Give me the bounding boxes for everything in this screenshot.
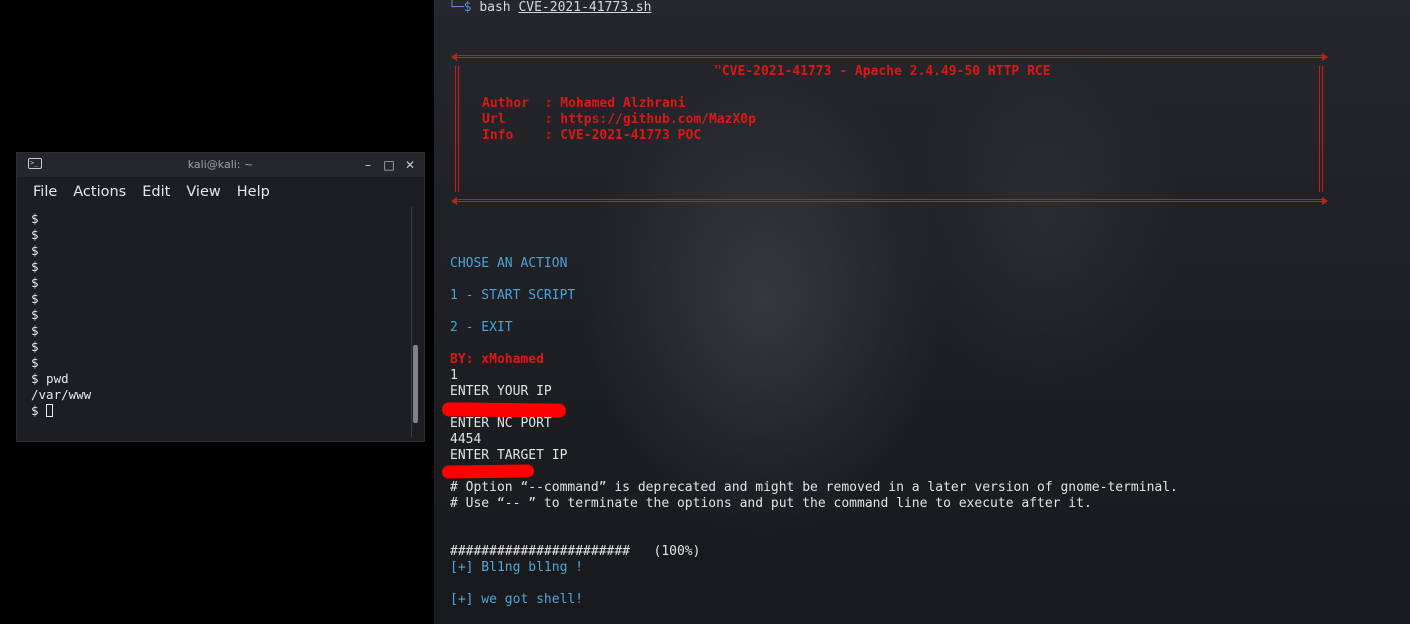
banner-top-border: [456, 55, 1322, 58]
text-cursor: [46, 404, 54, 417]
redaction-mark: [441, 464, 535, 479]
scrollbar-track[interactable]: [411, 207, 412, 437]
menu-edit[interactable]: Edit: [142, 184, 170, 200]
banner-arrow-bottom-right: [1322, 197, 1328, 205]
minimize-icon[interactable]: –: [362, 158, 374, 172]
banner-url: Url : https://github.com/MazX0p: [482, 112, 756, 127]
terminal-line: $: [31, 291, 39, 306]
terminal-line: $: [31, 243, 39, 258]
scrollbar-thumb[interactable]: [413, 345, 418, 423]
result-line: [+] we got shell!: [450, 592, 584, 607]
menu-help[interactable]: Help: [237, 184, 270, 200]
command-line: └─$ bash CVE-2021-41773.sh: [448, 0, 652, 16]
terminal-output[interactable]: $ $ $ $ $ $ $ $ $ $ $ pwd /var/www $: [17, 207, 424, 419]
progress-bar-text: ####################### (100%): [450, 544, 701, 559]
terminal-line: $: [31, 211, 39, 226]
terminal-line: $: [31, 307, 39, 322]
terminal-line: $ pwd: [31, 371, 69, 386]
terminal-line: $: [31, 259, 39, 274]
prompt-nc-port: ENTER NC PORT: [450, 416, 552, 431]
banner-info: Info : CVE-2021-41773 POC: [482, 128, 702, 143]
desktop-left: >_ kali@kali: ~ – □ ✕ File Actions Edit …: [0, 0, 434, 624]
close-icon[interactable]: ✕: [404, 158, 416, 172]
terminal-menubar: File Actions Edit View Help: [17, 177, 424, 207]
banner-author: Author : Mohamed Alzhrani: [482, 96, 686, 111]
terminal-titlebar[interactable]: >_ kali@kali: ~ – □ ✕: [17, 153, 424, 177]
banner-arrow-top-right: [1322, 53, 1328, 61]
nc-port-value: 4454: [450, 432, 482, 447]
terminal-line: $: [31, 275, 39, 290]
maximize-icon[interactable]: □: [383, 158, 395, 172]
terminal-window[interactable]: >_ kali@kali: ~ – □ ✕ File Actions Edit …: [16, 152, 425, 442]
prompt-target-ip: ENTER TARGET IP: [450, 448, 568, 463]
result-line: [+] Bl1ng bl1ng !: [450, 560, 584, 575]
warning-line: # Option “--command” is deprecated and m…: [450, 480, 1178, 495]
command-name: bash: [479, 0, 511, 15]
terminal-line: $: [31, 339, 39, 354]
user-input-choice: 1: [450, 368, 458, 383]
menu-view[interactable]: View: [186, 184, 220, 200]
banner-bottom-border: [456, 199, 1322, 202]
prompt-corner: └─: [448, 0, 464, 15]
menu-header: CHOSE AN ACTION: [450, 256, 568, 271]
warning-line: # Use “-- ” to terminate the options and…: [450, 496, 1092, 511]
terminal-prompt-line[interactable]: $: [31, 403, 424, 419]
menu-option-start: 1 - START SCRIPT: [450, 288, 576, 303]
author-credit: BY: xMohamed: [450, 352, 544, 367]
main-terminal[interactable]: └─$ bash CVE-2021-41773.sh "CVE-2021-417…: [434, 0, 1410, 624]
menu-file[interactable]: File: [33, 184, 57, 200]
terminal-line: $: [31, 355, 39, 370]
menu-actions[interactable]: Actions: [73, 184, 126, 200]
terminal-line: /var/www: [31, 387, 92, 402]
menu-option-exit: 2 - EXIT: [450, 320, 513, 335]
banner-title: "CVE-2021-41773 - Apache 2.4.49-50 HTTP …: [714, 64, 1051, 79]
prompt-dollar: $: [463, 0, 472, 15]
prompt-your-ip: ENTER YOUR IP: [450, 384, 552, 399]
prompt-symbol: $: [31, 403, 47, 418]
banner-right-border: [1319, 66, 1323, 192]
terminal-line: $: [31, 323, 39, 338]
banner-left-border: [455, 66, 459, 192]
terminal-line: $: [31, 227, 39, 242]
command-argument: CVE-2021-41773.sh: [518, 0, 652, 15]
